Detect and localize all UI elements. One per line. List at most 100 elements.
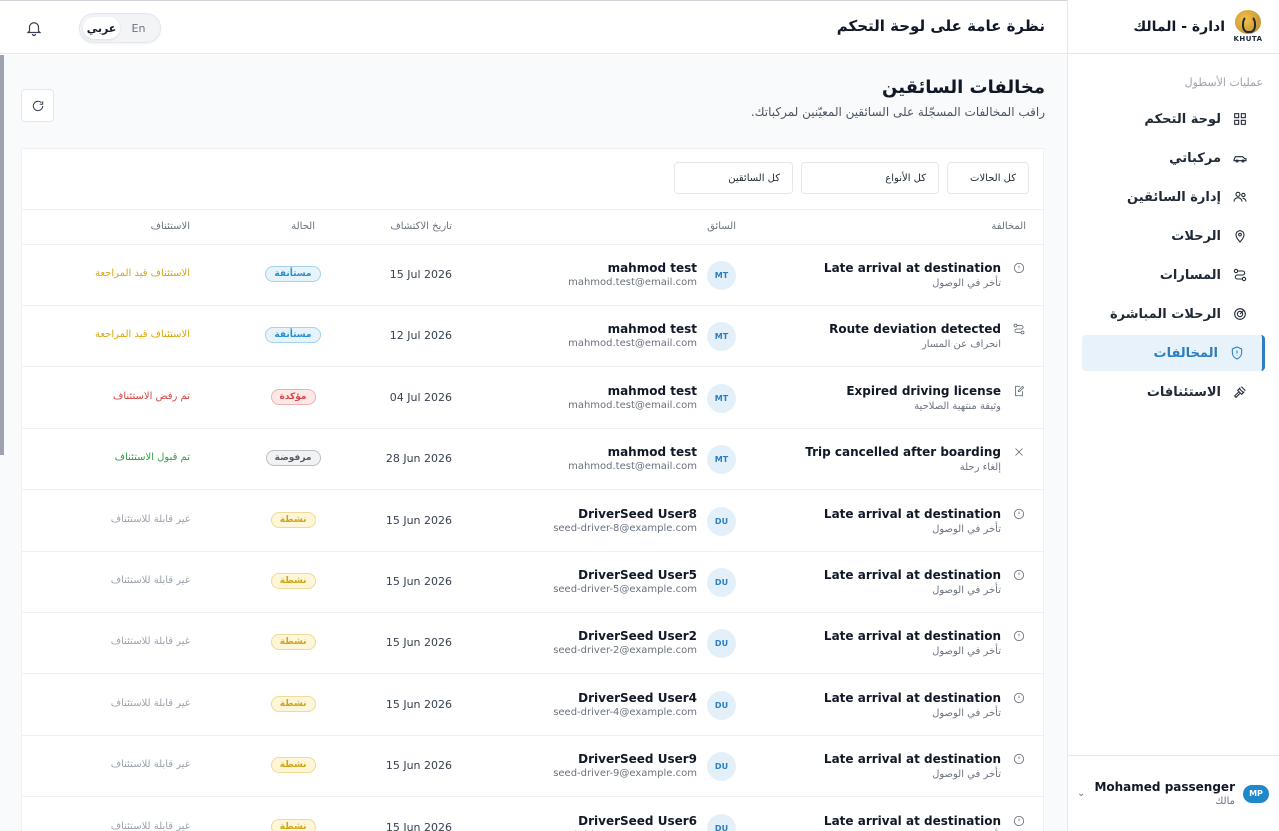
driver-email: seed-driver-2@example.com [553, 645, 697, 657]
sidebar-item[interactable]: لوحة التحكم [1082, 101, 1265, 137]
appeal-status: الاستئناف قيد المراجعة [95, 329, 190, 341]
filter-driver[interactable]: كل السائقين [674, 162, 793, 194]
route-icon [1231, 266, 1249, 284]
table-row[interactable]: Late arrival at destinationتأخر في الوصو… [22, 798, 1043, 831]
table-row[interactable]: Late arrival at destinationتأخر في الوصو… [22, 675, 1043, 736]
driver-name: DriverSeed User8 [578, 506, 697, 521]
table-row[interactable]: Expired driving license وثيقة منتهية الصل… [22, 368, 1043, 429]
violations-card: كل الحالات كل الأنواع كل السائقين المخال… [21, 148, 1044, 831]
status-badge: مستأنفة [265, 327, 321, 344]
sidebar-item-label: الاستئنافات [1146, 384, 1221, 400]
document-edit-icon [1012, 383, 1026, 397]
refresh-button[interactable] [21, 89, 54, 122]
grid-icon [1231, 110, 1249, 128]
detected-date: 15 Jul 2026 [389, 268, 452, 281]
filter-type[interactable]: كل الأنواع [801, 162, 939, 194]
driver-avatar: MT [707, 261, 736, 290]
sidebar-item[interactable]: المخالفات [1082, 335, 1265, 371]
driver-name: DriverSeed User5 [578, 568, 697, 582]
violation-title: Late arrival at destination [823, 261, 1001, 275]
clock-icon [1012, 567, 1026, 581]
sidebar-item-label: الرحلات المباشرة [1109, 306, 1221, 322]
scrollbar[interactable] [0, 55, 4, 455]
lang-option-english[interactable]: En [120, 17, 157, 39]
bell-icon[interactable] [25, 19, 43, 37]
sidebar-item[interactable]: المسارات [1082, 257, 1265, 293]
table-header: المخالفة السائق تاريخ الاكتشاف الحالة ال… [22, 209, 1043, 245]
status-badge: نشطة [270, 818, 316, 831]
driver-email: seed-driver-9@example.com [553, 768, 697, 780]
map-pin-icon [1231, 227, 1249, 245]
th-driver: السائق [707, 221, 736, 232]
th-appeal: الاستئناف [150, 221, 190, 232]
sidebar-item-label: مركباتي [1169, 150, 1221, 166]
appeal-status: تم قبول الاستئناف [114, 452, 190, 464]
table-row[interactable]: Late arrival at destination تأخر في الوصو… [22, 552, 1043, 613]
driver-email: mahmod.test@email.com [568, 399, 697, 411]
sidebar-item[interactable]: الرحلات المباشرة [1082, 296, 1265, 332]
driver-avatar: DU [707, 629, 736, 659]
topbar: نظرة عامة على لوحة التحكم عربي En [0, 0, 1067, 54]
appeal-status: غير قابلة للاستئناف [110, 636, 190, 648]
violation-subtitle: تأخر في الوصول [932, 585, 1001, 596]
violation-subtitle: تأخر في الوصول [932, 769, 1001, 781]
appeal-status: غير قابلة للاستئناف [110, 575, 190, 586]
violation-title: Expired driving license [846, 383, 1001, 398]
violation-subtitle: تأخر في الوصول [932, 278, 1001, 289]
table-row[interactable]: Late arrival at destination تأخر في الوصو… [22, 245, 1043, 306]
table-row[interactable]: Trip cancelled after boarding إلغاء رحلة M… [22, 429, 1043, 491]
violation-title: Late arrival at destination [823, 690, 1001, 705]
clock-icon [1012, 813, 1026, 827]
appeal-status: غير قابلة للاستئناف [110, 820, 190, 831]
detected-date: 04 Jul 2026 [389, 390, 452, 404]
sidebar-item-label: المسارات [1159, 267, 1221, 283]
language-toggle[interactable]: عربي En [79, 13, 161, 43]
violation-title: Late arrival at destination [823, 506, 1001, 521]
violation-title: Late arrival at destination [823, 568, 1001, 582]
sidebar-section-label: عمليات الأسطول [1184, 76, 1263, 89]
sidebar-item[interactable]: الاستئنافات [1082, 374, 1265, 410]
driver-name: mahmod test [607, 445, 697, 460]
table-row[interactable]: Route deviation detected انحراف عن المسار… [22, 306, 1043, 368]
driver-name: DriverSeed User9 [578, 752, 697, 767]
driver-name: mahmod test [607, 383, 697, 398]
sidebar-item-label: المخالفات [1153, 345, 1219, 361]
filter-status[interactable]: كل الحالات [947, 162, 1029, 194]
users-icon [1231, 188, 1249, 206]
shield-alert-icon [1228, 344, 1246, 362]
driver-name: DriverSeed User4 [578, 690, 697, 705]
sidebar-item[interactable]: الرحلات [1082, 218, 1265, 254]
clock-icon [1012, 628, 1026, 642]
th-detected-at: تاريخ الاكتشاف [390, 221, 452, 232]
page-subtitle: راقب المخالفات المسجّلة على السائقين الم… [750, 105, 1045, 119]
driver-avatar: MT [707, 383, 736, 413]
sidebar-item-label: الرحلات [1171, 228, 1221, 244]
table-row[interactable]: Late arrival at destinationتأخر في الوصو… [22, 736, 1043, 798]
sidebar-item[interactable]: إدارة السائقين [1082, 179, 1265, 215]
table-row[interactable]: Late arrival at destinationتأخر في الوصو… [22, 491, 1043, 552]
table-row[interactable]: Late arrival at destinationتأخر في الوصو… [22, 613, 1043, 675]
th-violation: المخالفة [991, 221, 1026, 232]
detected-date: 15 Jun 2026 [385, 820, 452, 831]
status-badge: نشطة [270, 511, 316, 528]
user-info: Mohamed passenger مالك [1093, 780, 1235, 807]
driver-email: mahmod.test@email.com [568, 338, 697, 350]
radar-icon [1231, 305, 1249, 323]
detected-date: 12 Jul 2026 [389, 329, 452, 343]
chevron-down-icon[interactable]: ⌄ [1077, 788, 1085, 799]
sidebar-header: KHUTA ادارة - المالك [1068, 0, 1279, 54]
status-badge: مؤكدة [270, 388, 316, 405]
driver-avatar: DU [707, 752, 736, 782]
user-menu[interactable]: MP Mohamed passenger مالك ⌄ [1067, 755, 1279, 831]
clock-icon [1012, 751, 1026, 765]
driver-email: mahmod.test@email.com [568, 277, 697, 288]
logo-text: KHUTA [1233, 34, 1263, 43]
driver-email: seed-driver-5@example.com [553, 584, 697, 595]
sidebar-item[interactable]: مركباتي [1082, 140, 1265, 176]
lang-option-arabic[interactable]: عربي [83, 17, 120, 39]
main-content: مخالفات السائقين راقب المخالفات المسجّلة… [0, 55, 1067, 831]
violation-title: Late arrival at destination [823, 629, 1001, 644]
appeal-status: تم رفض الاستئناف [113, 390, 190, 402]
driver-avatar: DU [707, 506, 736, 536]
status-badge: مستأنفة [265, 266, 321, 282]
